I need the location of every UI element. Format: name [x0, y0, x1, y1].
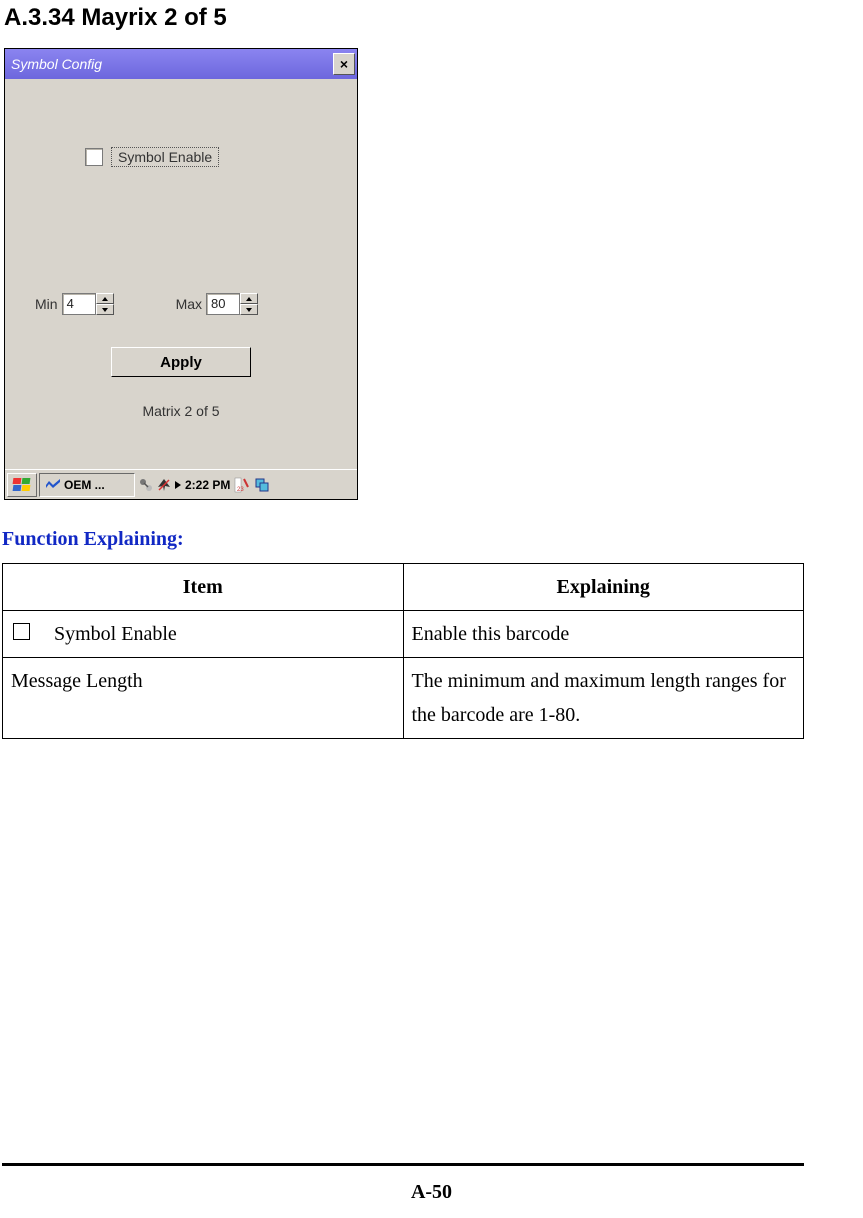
tray-plane-icon[interactable] — [157, 478, 171, 492]
min-input[interactable]: 4 — [62, 293, 96, 315]
apply-button-label: Apply — [160, 354, 202, 371]
chevron-down-icon — [246, 308, 252, 312]
max-spin-down[interactable] — [240, 304, 258, 315]
windows-icon — [13, 478, 31, 492]
close-button[interactable]: × — [333, 53, 355, 75]
svg-text:23: 23 — [237, 487, 244, 493]
table-row: Symbol Enable Enable this barcode — [3, 611, 804, 658]
table-cell-explaining: Enable this barcode — [403, 611, 804, 658]
table-cell-item: Message Length — [3, 658, 404, 739]
symbol-enable-checkbox[interactable] — [85, 148, 103, 166]
apply-button[interactable]: Apply — [111, 347, 251, 377]
start-button[interactable] — [7, 473, 37, 497]
tray-connection-icon[interactable] — [139, 478, 153, 492]
taskbar-time: 2:22 PM — [185, 478, 230, 492]
titlebar: Symbol Config × — [5, 49, 357, 79]
max-label: Max — [176, 296, 202, 312]
taskbar-task-oem[interactable]: OEM ... — [39, 473, 135, 497]
window-title: Symbol Config — [11, 56, 102, 72]
tray-expand-icon[interactable] — [175, 481, 181, 489]
client-area: Symbol Enable Min 4 Max 80 — [5, 79, 357, 469]
taskbar-task-label: OEM ... — [64, 478, 105, 492]
page-number: A-50 — [0, 1181, 863, 1204]
table-header-explaining: Explaining — [403, 564, 804, 611]
min-spin-up[interactable] — [96, 293, 114, 304]
config-caption: Matrix 2 of 5 — [5, 403, 357, 419]
footer-rule — [2, 1163, 804, 1166]
close-icon: × — [340, 56, 348, 72]
min-spin-down[interactable] — [96, 304, 114, 315]
min-label: Min — [35, 296, 58, 312]
chevron-up-icon — [102, 297, 108, 301]
function-explaining-heading: Function Explaining: — [2, 528, 863, 551]
max-input[interactable]: 80 — [206, 293, 240, 315]
min-max-row: Min 4 Max 80 — [35, 293, 258, 315]
tray-pencil-icon[interactable]: 23 — [234, 477, 250, 493]
table-cell-explaining: The minimum and maximum length ranges fo… — [403, 658, 804, 739]
table-row: Message Length The minimum and maximum l… — [3, 658, 804, 739]
table-cell-item: Symbol Enable — [54, 617, 177, 651]
section-title: A.3.34 Mayrix 2 of 5 — [0, 0, 863, 32]
table-checkbox-icon — [13, 623, 30, 640]
symbol-enable-row: Symbol Enable — [85, 147, 219, 167]
max-spinner: 80 — [206, 293, 258, 315]
symbol-config-window: Symbol Config × Symbol Enable Min 4 — [4, 48, 358, 500]
table-header-item: Item — [3, 564, 404, 611]
taskbar: OEM ... 2:22 PM 23 — [5, 469, 357, 499]
explain-table: Item Explaining Symbol Enable Enable thi… — [2, 563, 804, 739]
symbol-enable-label: Symbol Enable — [111, 147, 219, 167]
chevron-down-icon — [102, 308, 108, 312]
tray-windows-icon[interactable] — [254, 477, 270, 493]
task-icon — [46, 479, 60, 491]
max-spin-up[interactable] — [240, 293, 258, 304]
chevron-up-icon — [246, 297, 252, 301]
taskbar-tray: 2:22 PM 23 — [139, 477, 270, 493]
min-spinner: 4 — [62, 293, 114, 315]
